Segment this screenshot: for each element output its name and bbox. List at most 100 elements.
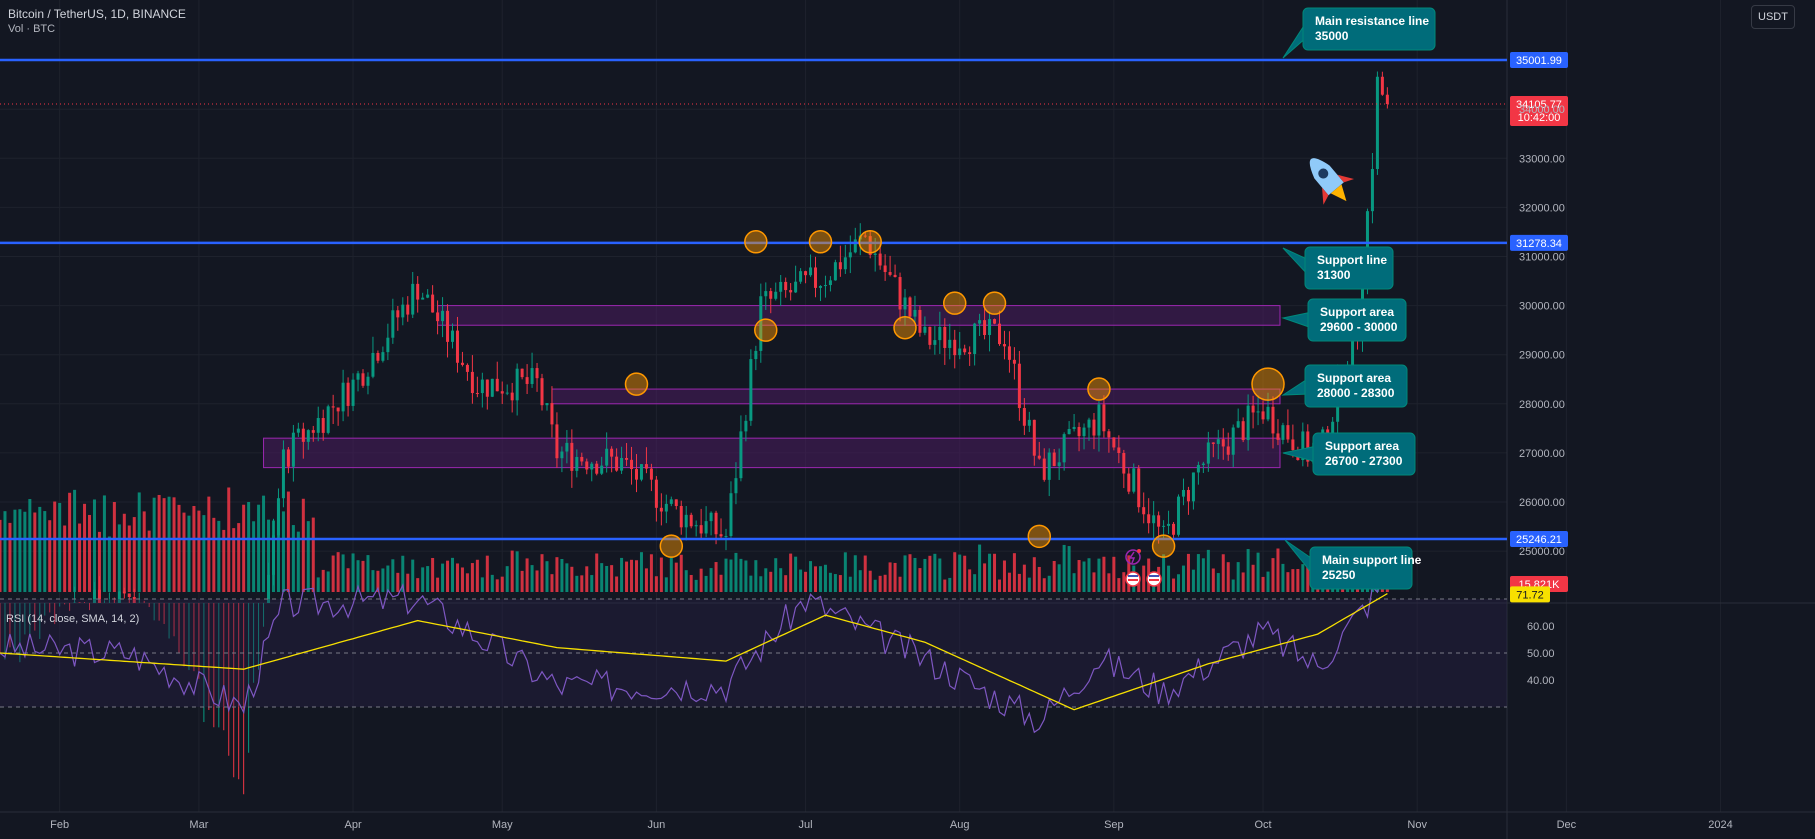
candle-body [709, 512, 713, 522]
volume-bar [281, 511, 285, 592]
candle-body [595, 463, 599, 474]
volume-bar [157, 494, 161, 592]
volume-bar [1221, 554, 1225, 592]
time-axis-tick: 2024 [1708, 819, 1732, 831]
volume-bar [575, 575, 579, 592]
candle-body [888, 272, 892, 275]
candle-body [1201, 463, 1205, 465]
candle-body [276, 498, 280, 536]
candle-body [570, 442, 574, 471]
volume-bar [649, 554, 653, 592]
volume-bar [833, 574, 837, 592]
support-zone-3 [263, 437, 1281, 469]
volume-bar [1027, 577, 1031, 592]
candle-body [555, 424, 559, 459]
volume-bar [1002, 560, 1006, 592]
candle-body [794, 281, 798, 293]
candle-body [873, 253, 877, 255]
flag-stripe-icon [1149, 579, 1159, 581]
candle-body [401, 304, 405, 318]
volume-bar [639, 552, 643, 592]
callout-text: 26700 - 27300 [1325, 454, 1403, 468]
candle-body [828, 280, 832, 286]
time-axis-tick: Sep [1104, 819, 1124, 831]
candle-body [356, 373, 360, 380]
level-price-label: 35001.99 [1516, 55, 1562, 67]
candle-body [1027, 419, 1031, 426]
candle-body [823, 285, 827, 287]
volume-bar [615, 576, 619, 592]
volume-bar [933, 553, 937, 592]
volume-bar [948, 577, 952, 592]
callout-text: 28000 - 28300 [1317, 386, 1395, 400]
candle-body [1206, 442, 1210, 464]
volume-bar [351, 553, 355, 592]
volume-bar [1256, 552, 1260, 592]
volume-bar [699, 568, 703, 592]
candle-body [1221, 439, 1225, 447]
candle-body [311, 430, 315, 433]
volume-bar [177, 504, 181, 592]
volume-bar [217, 520, 221, 592]
candle-body [500, 391, 504, 394]
candle-body [1157, 515, 1161, 527]
candle-body [724, 536, 728, 538]
volume-bar [316, 577, 320, 592]
price-chart[interactable]: 35001.9931278.3425246.2134105.7710:42:00… [0, 0, 1815, 839]
volume-bar [923, 558, 927, 592]
volume-bar [943, 579, 947, 592]
time-axis-tick: Dec [1557, 819, 1577, 831]
volume-bar [500, 576, 504, 592]
highlight-circle [982, 291, 1007, 315]
volume-bar [983, 563, 987, 592]
candle-body [1261, 411, 1265, 420]
price-axis-tick: 25000.00 [1519, 546, 1565, 558]
volume-bar [237, 523, 241, 592]
highlight-circle [744, 230, 768, 254]
volume-bar [644, 568, 648, 592]
volume-bar [1067, 546, 1071, 592]
volume-bar [1201, 558, 1205, 592]
volume-bar [838, 575, 842, 592]
level-price-label: 25246.21 [1516, 534, 1562, 546]
volume-bar [799, 569, 803, 592]
currency-button[interactable]: USDT [1751, 5, 1795, 29]
volume-bar [252, 521, 256, 592]
volume-bar [873, 579, 877, 592]
candle-body [958, 348, 962, 356]
volume-bar [122, 513, 126, 592]
volume-bar [465, 573, 469, 592]
volume-bar [759, 576, 763, 592]
candle-body [973, 323, 977, 354]
candle-body [1266, 406, 1270, 420]
volume-bar [1032, 557, 1036, 592]
volume-bar [232, 528, 236, 592]
candle-body [1211, 442, 1215, 444]
candle-body [809, 267, 813, 276]
volume-bar [475, 559, 479, 592]
callout-text: Support area [1325, 439, 1399, 453]
price-axis-tick: 28000.00 [1519, 399, 1565, 411]
volume-bar [1191, 569, 1195, 592]
candle-body [391, 310, 395, 338]
candle-body [923, 326, 927, 333]
volume-bar [625, 561, 629, 592]
volume-bar [1142, 565, 1146, 592]
volume-bar [162, 498, 166, 592]
candle-body [1142, 507, 1146, 515]
volume-bar [1271, 558, 1275, 592]
volume-bar [1206, 549, 1210, 592]
volume-bar [883, 574, 887, 592]
volume-bar [167, 496, 171, 592]
volume-bar [83, 503, 87, 592]
candle-body [1062, 434, 1066, 463]
candle-body [451, 330, 455, 342]
volume-bar [1301, 564, 1305, 592]
candle-body [814, 267, 818, 288]
candle-body [843, 257, 847, 270]
candle-body [346, 382, 350, 406]
candle-body [431, 294, 435, 313]
volume-bar [779, 568, 783, 592]
volume-bar [530, 565, 534, 592]
volume-bar [724, 558, 728, 592]
